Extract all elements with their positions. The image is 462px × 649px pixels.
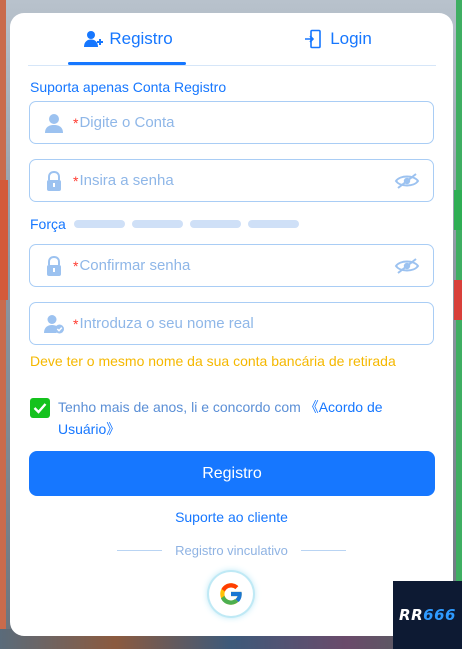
confirm-password-input[interactable]: Confirmar senha	[79, 257, 394, 274]
tab-register[interactable]: Registro	[28, 13, 228, 65]
divider-line	[117, 550, 163, 551]
customer-support-link[interactable]: Suporte ao cliente	[10, 509, 453, 525]
background-decoration	[0, 180, 8, 300]
required-mark: *	[73, 114, 79, 131]
strength-bar	[247, 220, 299, 228]
strength-bar	[73, 220, 125, 228]
tab-bar: Registro Login	[28, 13, 436, 66]
required-mark: *	[73, 172, 79, 189]
binding-register-label: Registro vinculativo	[175, 543, 288, 558]
required-mark: *	[73, 315, 79, 332]
agree-checkbox[interactable]	[30, 398, 50, 418]
brand-logo: RR 666	[393, 581, 462, 649]
password-strength: Força	[30, 216, 306, 232]
agreement-row: Tenho mais de anos, li e concordo com 《A…	[30, 396, 430, 440]
background-decoration	[454, 280, 462, 320]
divider-line	[300, 550, 346, 551]
password-input[interactable]: Insira a senha	[79, 172, 394, 189]
real-name-field[interactable]: * Introduza o seu nome real	[29, 302, 434, 345]
lock-icon	[43, 255, 65, 277]
add-user-icon	[83, 29, 104, 49]
eye-hidden-icon[interactable]	[394, 257, 420, 275]
strength-bar	[189, 220, 241, 228]
tab-register-label: Registro	[109, 29, 173, 48]
strength-bar	[131, 220, 183, 228]
login-door-icon	[304, 29, 324, 49]
eye-hidden-icon[interactable]	[394, 172, 420, 190]
confirm-password-field[interactable]: * Confirmar senha	[29, 244, 434, 287]
register-submit-button[interactable]: Registro	[29, 451, 435, 496]
google-icon	[220, 583, 243, 605]
required-mark: *	[73, 257, 79, 274]
active-tab-indicator	[68, 62, 186, 65]
agreement-statement: Tenho mais de anos, li e concordo com	[58, 399, 305, 415]
checkmark-icon	[33, 403, 47, 414]
agreement-text: Tenho mais de anos, li e concordo com 《A…	[58, 396, 430, 440]
binding-divider: Registro vinculativo	[10, 543, 453, 558]
brand-logo-part: 666	[423, 606, 456, 624]
account-input[interactable]: Digite o Conta	[79, 114, 433, 131]
password-field[interactable]: * Insira a senha	[29, 159, 434, 202]
lock-icon	[43, 170, 65, 192]
strength-label: Força	[30, 216, 66, 232]
account-hint: Suporta apenas Conta Registro	[30, 79, 227, 95]
account-field[interactable]: * Digite o Conta	[29, 101, 434, 144]
background-decoration	[454, 190, 462, 230]
google-login-button[interactable]	[209, 572, 253, 616]
tab-login[interactable]: Login	[238, 13, 438, 65]
register-dialog: Registro Login Suporta apenas Conta Regi…	[10, 13, 453, 636]
real-name-warning: Deve ter o mesmo nome da sua conta bancá…	[30, 353, 396, 369]
user-icon	[43, 112, 65, 134]
tab-login-label: Login	[330, 29, 372, 48]
verified-user-icon	[43, 313, 65, 335]
brand-logo-part: RR	[399, 606, 424, 624]
real-name-input[interactable]: Introduza o seu nome real	[79, 315, 433, 332]
